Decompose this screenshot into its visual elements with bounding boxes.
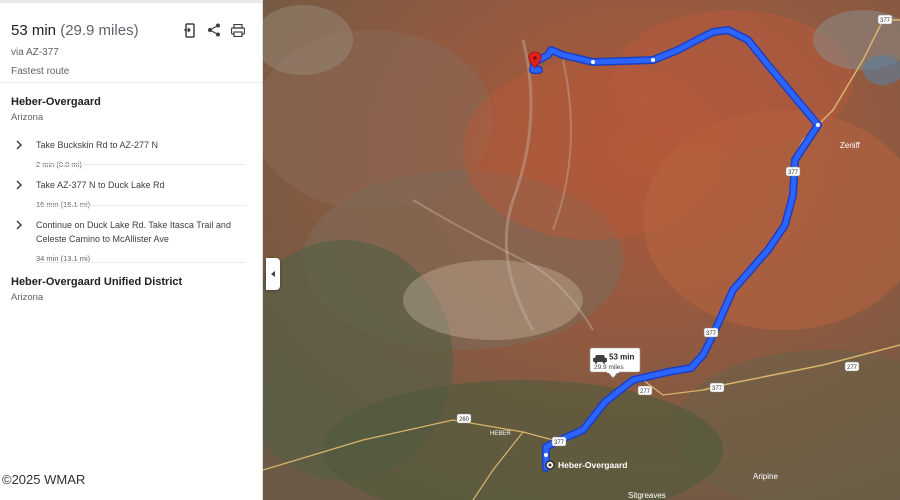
step-text: Continue on Duck Lake Rd. Take Itasca Tr… — [36, 220, 231, 244]
send-to-phone-icon[interactable] — [182, 22, 198, 38]
highway-shield: 377 — [551, 436, 567, 447]
direction-step-3[interactable]: Continue on Duck Lake Rd. Take Itasca Tr… — [0, 218, 262, 264]
highway-shield: 260 — [456, 413, 472, 424]
copyright-watermark: ©2025 WMAR — [2, 472, 86, 487]
highway-shield: 377 — [877, 14, 893, 25]
area-label-sitgreaves: Sitgreaves — [628, 491, 666, 500]
svg-text:277: 277 — [847, 365, 858, 371]
route-time-distance: 53 min (29.9 miles) — [11, 22, 139, 39]
panel-top-divider — [0, 0, 262, 3]
svg-text:377: 377 — [554, 440, 565, 446]
route-summary: 53 min (29.9 miles) via AZ-377 Fastest r… — [11, 22, 139, 77]
share-icon[interactable] — [206, 22, 222, 38]
highway-shield: 377 — [785, 166, 801, 177]
route-tools — [182, 22, 246, 38]
origin-map-label: Heber-Overgaard — [558, 460, 627, 470]
chevron-right-icon — [16, 180, 23, 190]
highway-shield: 377 — [709, 382, 725, 393]
destination-place[interactable]: Heber-Overgaard Unified District Arizona — [11, 276, 182, 303]
svg-text:377: 377 — [712, 386, 723, 392]
destination-state: Arizona — [11, 292, 44, 303]
print-icon[interactable] — [230, 22, 246, 38]
step-divider — [36, 164, 246, 165]
divider — [0, 82, 262, 83]
town-label-aripine: Aripine — [753, 472, 778, 481]
highway-shield: 277 — [637, 385, 653, 396]
satellite-map[interactable]: Heber-Overgaard 53 min 29.9 miles 377 37… — [263, 0, 900, 500]
direction-step-2[interactable]: Take AZ-377 N to Duck Lake Rd 16 min (16… — [0, 178, 262, 209]
origin-marker[interactable] — [545, 460, 555, 470]
svg-text:277: 277 — [640, 389, 651, 395]
step-divider — [36, 205, 246, 206]
caret-left-icon — [271, 271, 275, 277]
origin-name: Heber-Overgaard — [11, 96, 101, 108]
chevron-right-icon — [16, 220, 23, 230]
route-note: Fastest route — [11, 66, 70, 77]
step-text: Take Buckskin Rd to AZ-277 N — [36, 140, 159, 150]
town-label-zeniff: Zeniff — [840, 141, 861, 150]
callout-time: 53 min — [609, 353, 634, 362]
town-label-heber: HEBER — [490, 431, 511, 437]
svg-text:260: 260 — [459, 417, 470, 423]
svg-text:377: 377 — [880, 18, 891, 24]
chevron-right-icon — [16, 140, 23, 150]
step-text: Take AZ-377 N to Duck Lake Rd — [36, 180, 165, 190]
highway-shield: 377 — [703, 327, 719, 338]
destination-name: Heber-Overgaard Unified District — [11, 276, 183, 288]
step-divider — [36, 262, 246, 263]
svg-text:377: 377 — [706, 331, 717, 337]
collapse-panel-button[interactable] — [266, 258, 280, 290]
route-distance: (29.9 miles) — [60, 22, 139, 39]
route-time: 53 min — [11, 22, 57, 39]
origin-state: Arizona — [11, 112, 44, 123]
callout-distance: 29.9 miles — [594, 364, 624, 371]
directions-panel: 53 min (29.9 miles) via AZ-377 Fastest r… — [0, 0, 263, 500]
svg-text:377: 377 — [788, 170, 799, 176]
highway-shield: 277 — [844, 361, 860, 372]
origin-place[interactable]: Heber-Overgaard Arizona — [11, 96, 101, 123]
route-via: via AZ-377 — [11, 47, 59, 58]
